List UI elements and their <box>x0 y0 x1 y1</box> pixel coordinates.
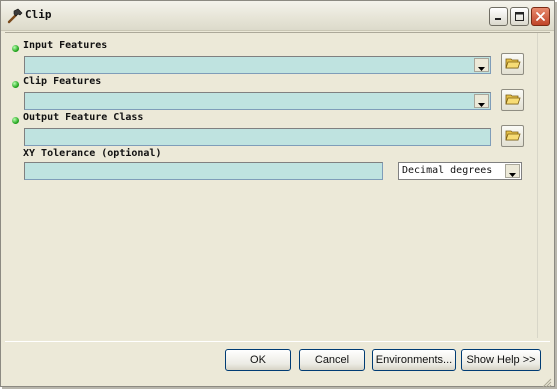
xy-tolerance-input[interactable] <box>24 162 383 180</box>
hammer-tool-icon <box>6 7 24 25</box>
cancel-button[interactable]: Cancel <box>299 349 365 371</box>
resize-grip-icon[interactable] <box>541 373 552 388</box>
close-button[interactable] <box>531 7 550 26</box>
open-folder-icon <box>504 55 521 74</box>
minimize-button[interactable] <box>489 7 508 26</box>
clip-features-combobox[interactable] <box>24 92 491 110</box>
open-folder-icon <box>504 91 521 110</box>
chevron-down-icon <box>478 56 485 75</box>
tolerance-units-select[interactable]: Decimal degrees <box>398 162 522 180</box>
clip-features-label: Clip Features <box>23 76 102 87</box>
required-indicator-icon <box>12 45 19 52</box>
show-help-button[interactable]: Show Help >> <box>461 349 541 371</box>
output-feature-class-label: Output Feature Class <box>23 112 144 123</box>
input-features-label: Input Features <box>23 40 108 51</box>
open-folder-icon <box>504 127 521 146</box>
output-feature-class-browse-button[interactable] <box>501 125 524 147</box>
environments-button[interactable]: Environments... <box>372 349 456 371</box>
ok-button[interactable]: OK <box>225 349 291 371</box>
chevron-down-icon <box>478 92 485 111</box>
input-features-browse-button[interactable] <box>501 53 524 75</box>
required-indicator-icon <box>12 117 19 124</box>
input-features-dropdown-button[interactable] <box>474 58 489 72</box>
input-features-combobox[interactable] <box>24 56 491 74</box>
chevron-down-icon <box>509 162 516 181</box>
window-title: Clip <box>25 8 52 21</box>
clip-dialog: Clip Input Features Clip Features Output… <box>0 0 555 388</box>
title-bar[interactable]: Clip <box>1 1 554 31</box>
clip-features-dropdown-button[interactable] <box>474 94 489 108</box>
maximize-button[interactable] <box>510 7 529 26</box>
xy-tolerance-label: XY Tolerance (optional) <box>23 148 162 159</box>
tolerance-units-value: Decimal degrees <box>402 165 493 176</box>
maximize-icon <box>514 7 525 26</box>
output-feature-class-input[interactable] <box>24 128 491 146</box>
tolerance-units-dropdown-button[interactable] <box>505 164 520 178</box>
minimize-icon <box>493 7 504 26</box>
clip-features-browse-button[interactable] <box>501 89 524 111</box>
close-icon <box>535 7 546 26</box>
required-indicator-icon <box>12 81 19 88</box>
vertical-scrollbar-track[interactable] <box>537 33 550 338</box>
